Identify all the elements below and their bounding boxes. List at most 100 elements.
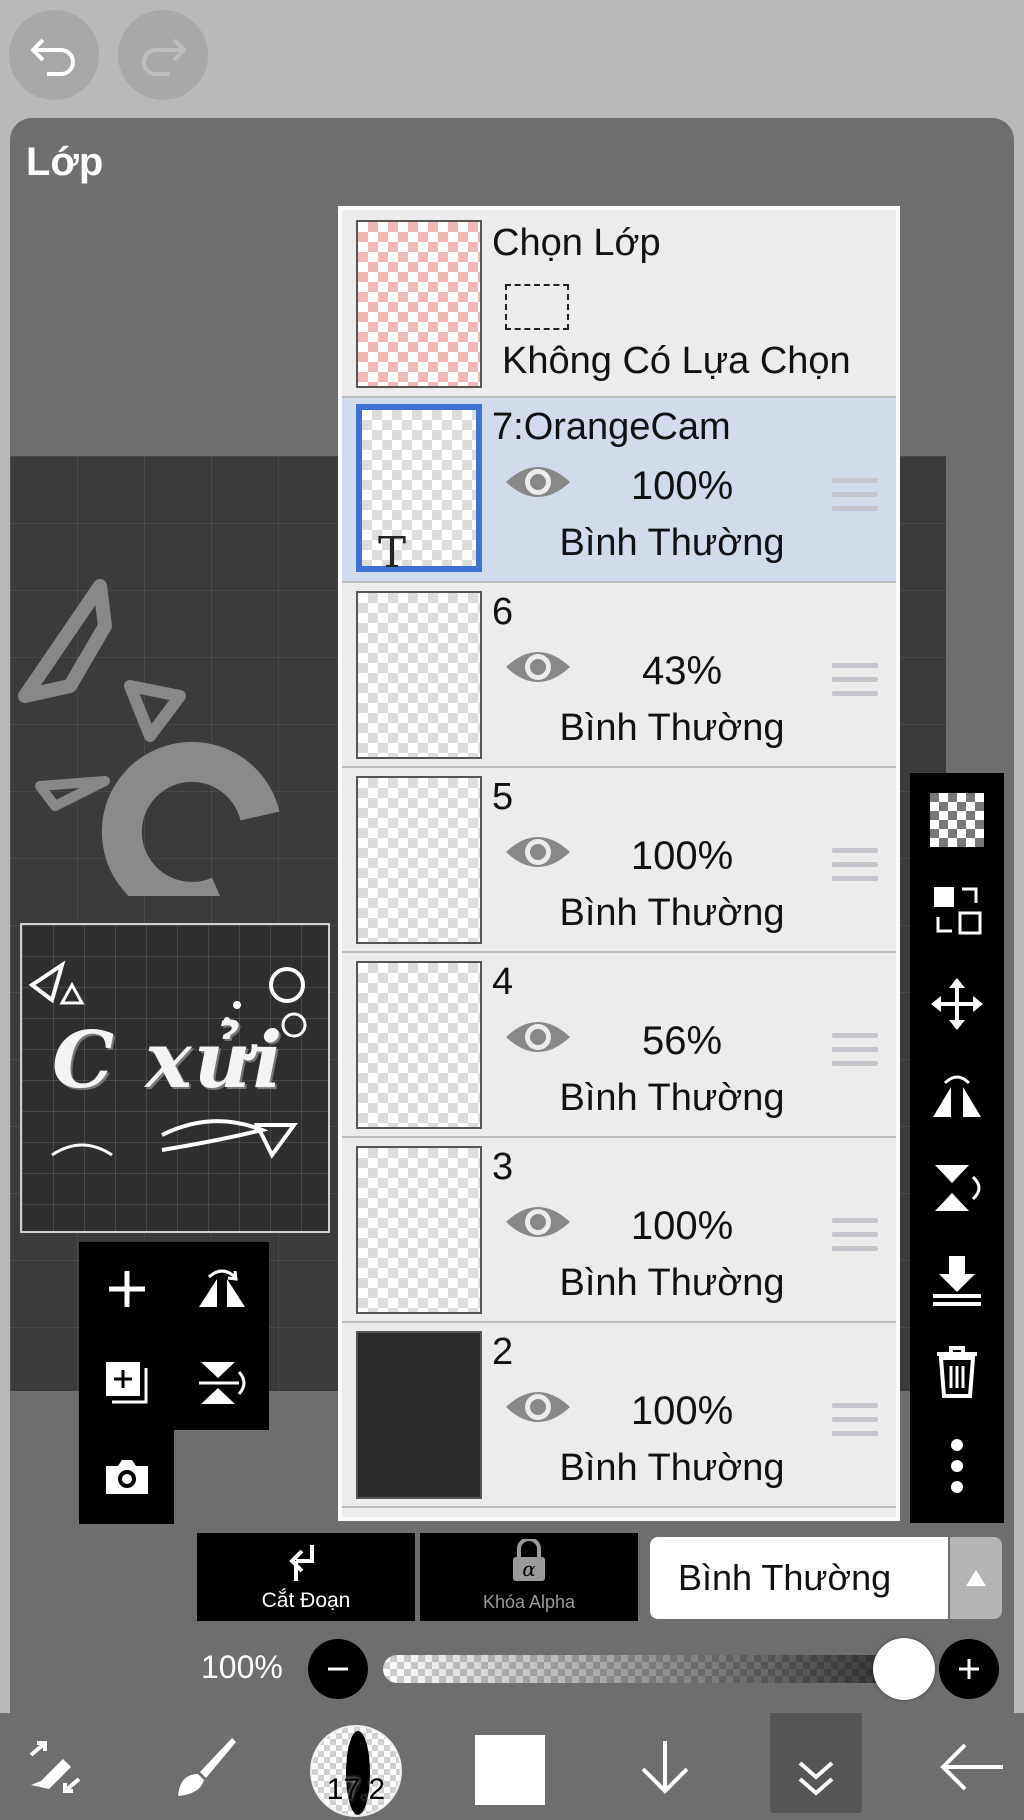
layer-opacity: 56% — [641, 1019, 723, 1063]
eye-icon[interactable] — [504, 830, 572, 874]
back-button[interactable] — [920, 1713, 1024, 1820]
redo-button[interactable] — [118, 10, 208, 100]
selection-layer-row[interactable]: Chọn Lớp Không Có Lựa Chọn — [342, 210, 896, 398]
clipping-label: Cắt Đoạn — [261, 1589, 351, 1612]
transparency-button[interactable] — [924, 787, 990, 853]
layer-row[interactable]: 4 56% Bình Thường — [342, 953, 896, 1138]
layer-thumbnail — [356, 776, 482, 944]
layer-blend-mode: Bình Thường — [559, 707, 785, 749]
brush-size-value: 17.2 — [326, 1773, 386, 1806]
duplicate-layer-button[interactable] — [79, 1336, 174, 1430]
layer-blend-mode: Bình Thường — [559, 892, 785, 934]
plus-icon — [108, 1271, 145, 1307]
layer-row[interactable]: T 7:OrangeCam 100% Bình Thường — [342, 398, 896, 583]
transform-layer-icon — [934, 887, 982, 935]
brush-tool-button[interactable] — [160, 1713, 250, 1820]
redo-arrow-icon — [142, 38, 186, 76]
layer-list[interactable]: Chọn Lớp Không Có Lựa Chọn T 7:OrangeCam… — [338, 206, 900, 1521]
opacity-decrease-button[interactable] — [308, 1639, 368, 1699]
layer-name: 4 — [492, 961, 514, 1003]
flip-horizontal-button[interactable] — [174, 1242, 269, 1336]
plus-icon — [959, 1659, 979, 1679]
opacity-value: 100% — [201, 1649, 283, 1685]
tool-select-button[interactable] — [0, 1713, 110, 1820]
delete-layer-button[interactable] — [924, 1339, 990, 1405]
layer-row[interactable]: 6 43% Bình Thường — [342, 583, 896, 768]
camera-button[interactable] — [79, 1430, 174, 1524]
layer-blend-mode: Bình Thường — [559, 1077, 785, 1119]
arrow-down-icon — [641, 1740, 689, 1794]
layer-opacity: 100% — [630, 1389, 734, 1433]
canvas-preview: C xửi — [20, 923, 330, 1233]
layer-blend-mode: Bình Thường — [559, 522, 785, 564]
flip-vertical-icon — [935, 1165, 981, 1211]
layer-panel: Lớp C xửi Chọn Lớp Không Có Lựa Chọn T 7… — [10, 118, 1014, 1713]
eye-icon[interactable] — [504, 460, 572, 504]
layers-toggle-button[interactable] — [770, 1713, 862, 1813]
svg-text:α: α — [522, 1557, 536, 1581]
layer-opacity: 100% — [630, 834, 734, 878]
trash-icon — [937, 1346, 977, 1398]
layer-thumbnail: T — [356, 404, 482, 577]
selection-layer-thumbnail — [356, 220, 482, 388]
layer-name: 3 — [492, 1146, 514, 1188]
layer-row[interactable]: 2 100% Bình Thường — [342, 1323, 896, 1508]
layer-row[interactable]: 5 100% Bình Thường — [342, 768, 896, 953]
bottom-toolbar: 17.2 — [0, 1713, 1024, 1820]
brush-icon — [178, 1737, 236, 1796]
color-swatch-button[interactable] — [475, 1735, 545, 1805]
layer-thumbnail — [356, 591, 482, 759]
drag-handle-icon[interactable] — [832, 478, 878, 520]
clipping-arrow-icon — [289, 1545, 314, 1581]
blend-mode-dropdown-button[interactable] — [950, 1537, 1002, 1619]
flip-vertical-icon — [198, 1362, 245, 1404]
flip-vertical-button[interactable] — [174, 1336, 269, 1430]
drag-handle-icon[interactable] — [832, 1403, 878, 1445]
merge-down-button[interactable] — [924, 1247, 990, 1313]
layer-thumbnail — [356, 1146, 482, 1314]
blend-mode-select[interactable]: Bình Thường — [650, 1537, 948, 1619]
layer-opacity: 100% — [630, 464, 734, 508]
chevron-double-down-icon — [798, 1761, 834, 1796]
selection-marquee-icon — [505, 284, 569, 330]
drag-handle-icon[interactable] — [832, 1218, 878, 1260]
flip-horizontal-button[interactable] — [924, 1063, 990, 1129]
move-button[interactable] — [924, 971, 990, 1037]
opacity-slider-knob[interactable] — [873, 1638, 935, 1700]
more-vertical-icon — [951, 1439, 963, 1493]
opacity-increase-button[interactable] — [939, 1639, 999, 1699]
layer-side-toolbar — [910, 773, 1004, 1523]
layer-blend-mode: Bình Thường — [559, 1447, 785, 1489]
clipping-button[interactable]: Cắt Đoạn — [197, 1533, 415, 1621]
transparency-checker-icon — [930, 793, 984, 847]
layer-blend-mode: Bình Thường — [559, 1262, 785, 1304]
transform-tools-icon — [29, 1740, 81, 1793]
add-layer-button[interactable] — [79, 1242, 174, 1336]
alpha-lock-button[interactable]: α Khóa Alpha — [420, 1533, 638, 1621]
layer-opacity: 43% — [641, 649, 723, 693]
more-options-button[interactable] — [924, 1433, 990, 1499]
lock-alpha-icon: α — [513, 1539, 545, 1581]
drag-handle-icon[interactable] — [832, 848, 878, 890]
panel-title: Lớp — [26, 140, 104, 184]
flip-vertical-button[interactable] — [924, 1155, 990, 1221]
copy-layer-icon — [105, 1362, 147, 1404]
eye-icon[interactable] — [504, 1015, 572, 1059]
eye-icon[interactable] — [504, 1200, 572, 1244]
preview-art-text: C xửi — [52, 1015, 285, 1106]
layer-row[interactable]: 3 100% Bình Thường — [342, 1138, 896, 1323]
undo-button[interactable] — [9, 10, 99, 100]
transform-layer-button[interactable] — [924, 877, 990, 943]
eye-icon[interactable] — [504, 645, 572, 689]
layer-name: 7:OrangeCam — [492, 406, 731, 448]
layer-opacity: 100% — [630, 1204, 734, 1248]
brush-size-button[interactable]: 17.2 — [310, 1725, 402, 1817]
drag-handle-icon[interactable] — [832, 1033, 878, 1075]
flip-horizontal-icon — [198, 1269, 245, 1307]
layer-move-down-button[interactable] — [620, 1713, 710, 1820]
triangle-up-icon — [966, 1570, 986, 1586]
drag-handle-icon[interactable] — [832, 663, 878, 705]
layer-name: 5 — [492, 776, 514, 818]
opacity-slider[interactable] — [383, 1655, 933, 1683]
eye-icon[interactable] — [504, 1385, 572, 1429]
